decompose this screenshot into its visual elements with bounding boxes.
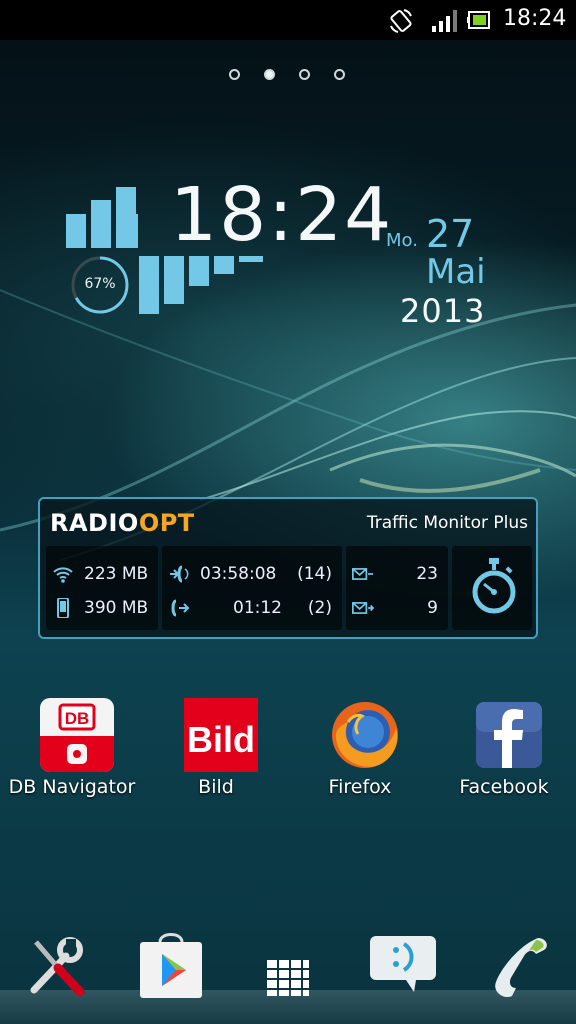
incoming-call-duration: 03:58:08 [200, 564, 277, 584]
svg-text:DB: DB [65, 709, 90, 728]
incoming-calls-row: 03:58:08 (14) [162, 562, 342, 590]
battery-percentage: 67% [84, 276, 116, 292]
app-drawer-icon[interactable] [253, 930, 323, 1000]
clock-widget[interactable]: 18:24 67% Mo. 27 Mai 2013 [60, 172, 500, 340]
stopwatch-icon[interactable] [470, 556, 518, 616]
sms-sent-row: 9 [346, 596, 448, 624]
call-stats-panel[interactable]: 03:58:08 (14) 01:12 (2) [162, 546, 342, 630]
incoming-call-icon [170, 565, 189, 583]
sms-stats-panel[interactable]: 23 9 [346, 546, 448, 630]
traffic-monitor-widget[interactable]: RADIOOPT Traffic Monitor Plus 223 MB 390… [38, 497, 538, 639]
settings-tools-icon[interactable] [22, 930, 92, 1000]
app-label: Firefox [328, 776, 392, 798]
wifi-icon [53, 567, 73, 583]
sms-received-row: 23 [346, 562, 448, 590]
data-usage-panel[interactable]: 223 MB 390 MB [46, 546, 158, 630]
date-year: 2013 [400, 292, 486, 330]
outgoing-call-icon [171, 599, 190, 617]
outgoing-call-count: (2) [307, 598, 332, 618]
clock-time: 18:24 [170, 172, 394, 258]
db-navigator-icon[interactable]: DB [40, 698, 114, 772]
sms-sent-count: 9 [427, 598, 438, 618]
sms-received-icon [352, 568, 374, 580]
sms-received-count: 23 [416, 564, 438, 584]
facebook-icon[interactable] [472, 698, 546, 772]
stopwatch-panel[interactable] [452, 546, 532, 630]
date-month: Mai [426, 252, 486, 292]
page-dot[interactable] [229, 69, 240, 80]
play-store-icon[interactable] [136, 930, 206, 1000]
mobile-usage-row: 390 MB [46, 596, 158, 624]
sms-sent-icon [352, 602, 374, 614]
wifi-usage-row: 223 MB [46, 562, 158, 590]
incoming-call-count: (14) [297, 564, 332, 584]
bild-icon[interactable]: Bild [184, 698, 258, 772]
outgoing-call-duration: 01:12 [233, 598, 282, 618]
widget-title: Traffic Monitor Plus [366, 513, 528, 533]
app-db-navigator[interactable]: DB DB Navigator [7, 698, 137, 808]
status-bar: 18:24 [0, 0, 576, 40]
battery-icon [467, 11, 490, 29]
svg-text:Bild: Bild [187, 719, 255, 760]
phone-device-icon [57, 598, 69, 618]
messaging-icon[interactable] [368, 930, 438, 1000]
auto-rotate-icon [390, 9, 412, 33]
date-weekday: Mo. [386, 230, 418, 251]
phone-icon[interactable] [486, 930, 556, 1000]
app-bild[interactable]: Bild Bild [151, 698, 281, 808]
app-label: DB Navigator [8, 776, 136, 798]
date-day: 27 [426, 212, 475, 256]
page-dot[interactable] [299, 69, 310, 80]
page-dot-active[interactable] [264, 69, 275, 80]
page-indicator[interactable] [0, 69, 576, 85]
mobile-usage-value: 390 MB [84, 598, 149, 618]
wifi-usage-value: 223 MB [84, 564, 149, 584]
app-facebook[interactable]: Facebook [439, 698, 569, 808]
status-clock: 18:24 [503, 6, 567, 31]
app-label: Bild [198, 776, 234, 798]
signal-icon [432, 10, 457, 32]
app-label: Facebook [459, 776, 549, 798]
page-dot[interactable] [334, 69, 345, 80]
firefox-icon[interactable] [328, 698, 402, 772]
outgoing-calls-row: 01:12 (2) [162, 596, 342, 624]
radioopt-logo: RADIOOPT [50, 509, 195, 537]
app-firefox[interactable]: Firefox [295, 698, 425, 808]
